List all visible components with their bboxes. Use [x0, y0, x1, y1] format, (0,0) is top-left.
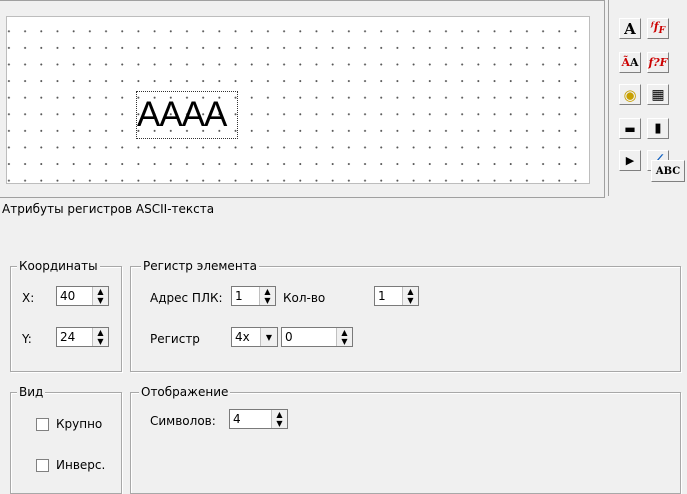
plc-address-stepper[interactable]: 1 ▲ ▼: [231, 286, 276, 306]
register-number-stepper[interactable]: 0 ▲ ▼: [281, 327, 353, 347]
chevron-down-icon[interactable]: ▼: [260, 328, 277, 346]
large-label: Крупно: [56, 417, 103, 431]
level-tool-icon[interactable]: ▮: [647, 118, 669, 139]
x-stepper-arrows[interactable]: ▲ ▼: [92, 287, 108, 305]
button-tool-icon[interactable]: ▶: [619, 150, 641, 171]
plc-address-label: Адрес ПЛК:: [150, 291, 223, 305]
x-label: X:: [22, 291, 35, 305]
ascii-tool-icon[interactable]: ÃA: [619, 52, 641, 73]
coordinates-group: Координаты: [10, 259, 122, 372]
chars-stepper[interactable]: 4 ▲ ▼: [229, 409, 288, 429]
register-title: Регистр элемента: [141, 259, 260, 273]
inverse-checkbox[interactable]: [36, 459, 49, 472]
x-stepper[interactable]: 40 ▲ ▼: [56, 286, 109, 306]
y-stepper-arrows[interactable]: ▲ ▼: [92, 328, 108, 346]
display-title: Отображение: [139, 385, 231, 399]
count-label: Кол-во: [283, 291, 326, 305]
coordinates-title: Координаты: [17, 259, 100, 273]
y-stepper[interactable]: 24 ▲ ▼: [56, 327, 109, 347]
y-label: Y:: [22, 332, 32, 346]
element-toolbar: A ᶠfF ÃA f?F ◉ ▦ ▬ ▮ ▶ ⟋ ABC: [608, 0, 687, 196]
register-type-select[interactable]: 4x ▼: [231, 327, 278, 347]
design-canvas[interactable]: [6, 16, 590, 184]
formula-alt-tool-icon[interactable]: f?F: [647, 52, 669, 73]
view-title: Вид: [17, 385, 46, 399]
bitmap-tool-icon[interactable]: ▦: [647, 84, 669, 105]
keypad-tool-icon[interactable]: ▬: [619, 118, 641, 139]
count-stepper[interactable]: 1 ▲ ▼: [374, 286, 419, 306]
lamp-tool-icon[interactable]: ◉: [619, 84, 641, 105]
text-tool-icon[interactable]: A: [619, 18, 641, 39]
register-label: Регистр: [150, 332, 200, 346]
view-group: Вид: [10, 385, 122, 494]
chars-label: Символов:: [150, 414, 216, 428]
attributes-title: Атрибуты регистров ASCII-текста: [2, 202, 215, 216]
abc-tool-icon[interactable]: ABC: [651, 160, 685, 182]
ascii-text-element[interactable]: AAAA: [136, 91, 238, 139]
formula-tool-icon[interactable]: ᶠfF: [647, 18, 669, 39]
display-group: Отображение: [130, 385, 681, 494]
large-checkbox[interactable]: [36, 418, 49, 431]
inverse-label: Инверс.: [56, 458, 106, 472]
register-group: Регистр элемента: [130, 259, 681, 372]
